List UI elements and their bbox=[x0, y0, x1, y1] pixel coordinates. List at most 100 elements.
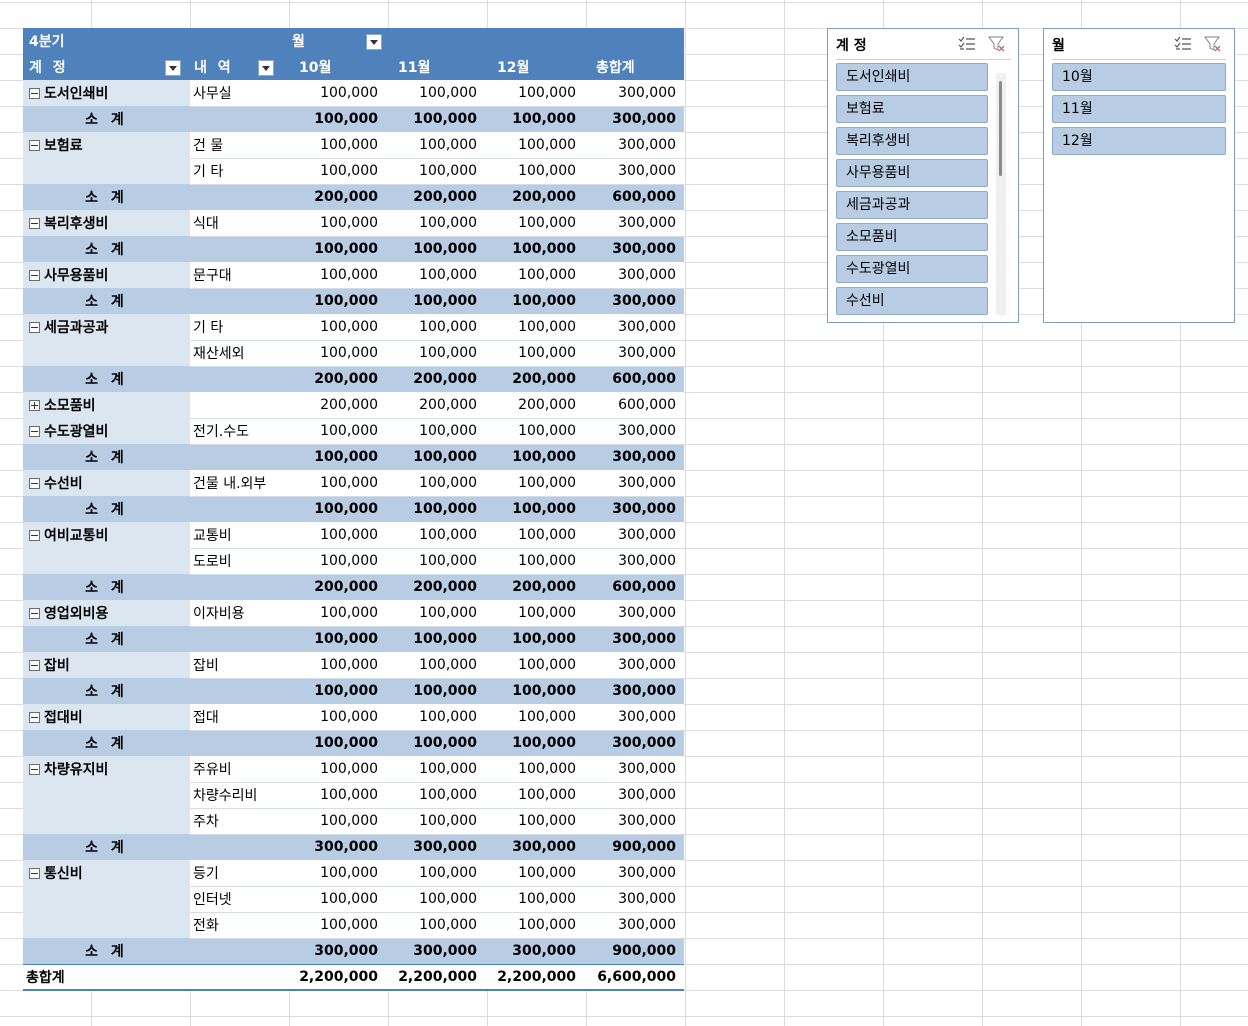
expand-icon[interactable] bbox=[29, 399, 40, 411]
value-cell[interactable]: 300,000 bbox=[584, 808, 685, 835]
subtotal-value[interactable]: 200,000 bbox=[386, 184, 486, 210]
value-cell[interactable]: 100,000 bbox=[386, 704, 486, 731]
value-cell[interactable]: 100,000 bbox=[485, 158, 585, 185]
grand-total-value[interactable]: 6,600,000 bbox=[584, 963, 685, 991]
account-cell[interactable]: 도서인쇄비 bbox=[23, 80, 190, 106]
value-cell[interactable]: 100,000 bbox=[386, 262, 486, 289]
subtotal-value[interactable]: 100,000 bbox=[386, 730, 486, 756]
value-cell[interactable]: 100,000 bbox=[287, 210, 387, 237]
value-cell[interactable]: 100,000 bbox=[386, 652, 486, 679]
value-cell[interactable]: 300,000 bbox=[584, 756, 685, 783]
item-cell[interactable]: 도로비 bbox=[190, 548, 288, 575]
value-cell[interactable]: 100,000 bbox=[287, 860, 387, 887]
value-cell[interactable]: 300,000 bbox=[584, 314, 685, 341]
subtotal-value[interactable]: 300,000 bbox=[584, 288, 685, 314]
account-cell[interactable]: 소모품비 bbox=[23, 392, 190, 418]
slicer-item[interactable]: 12월 bbox=[1052, 127, 1226, 155]
value-cell[interactable]: 200,000 bbox=[386, 392, 486, 419]
item-cell[interactable]: 접대 bbox=[190, 704, 288, 731]
account-cell[interactable]: 보험료 bbox=[23, 132, 190, 158]
subtotal-value[interactable]: 300,000 bbox=[287, 834, 387, 860]
subtotal-value[interactable]: 100,000 bbox=[386, 444, 486, 470]
value-cell[interactable]: 100,000 bbox=[287, 158, 387, 185]
subtotal-value[interactable]: 200,000 bbox=[287, 184, 387, 210]
subtotal-value[interactable]: 300,000 bbox=[386, 938, 486, 964]
value-cell[interactable]: 100,000 bbox=[386, 80, 486, 107]
subtotal-value[interactable]: 200,000 bbox=[485, 366, 585, 392]
value-cell[interactable]: 300,000 bbox=[584, 860, 685, 887]
collapse-icon[interactable] bbox=[29, 321, 40, 333]
subtotal-value[interactable]: 300,000 bbox=[485, 938, 585, 964]
value-cell[interactable]: 100,000 bbox=[287, 912, 387, 939]
value-cell[interactable]: 100,000 bbox=[287, 340, 387, 367]
subtotal-value[interactable]: 200,000 bbox=[287, 574, 387, 600]
value-cell[interactable]: 100,000 bbox=[287, 418, 387, 445]
value-cell[interactable]: 300,000 bbox=[584, 80, 685, 107]
account-slicer-scrollbar[interactable] bbox=[996, 73, 1006, 315]
value-cell[interactable]: 100,000 bbox=[485, 470, 585, 497]
item-filter-dropdown-icon[interactable] bbox=[258, 60, 274, 76]
value-cell[interactable]: 100,000 bbox=[287, 808, 387, 835]
slicer-item[interactable]: 도서인쇄비 bbox=[836, 63, 988, 91]
value-cell[interactable]: 100,000 bbox=[287, 652, 387, 679]
value-cell[interactable]: 100,000 bbox=[485, 132, 585, 159]
account-cell[interactable]: 잡비 bbox=[23, 652, 190, 678]
subtotal-value[interactable]: 900,000 bbox=[584, 834, 685, 860]
value-cell[interactable]: 100,000 bbox=[287, 522, 387, 549]
subtotal-value[interactable]: 100,000 bbox=[485, 730, 585, 756]
subtotal-value[interactable]: 100,000 bbox=[386, 288, 486, 314]
subtotal-value[interactable]: 100,000 bbox=[287, 678, 387, 704]
subtotal-value[interactable]: 100,000 bbox=[386, 626, 486, 652]
subtotal-value[interactable]: 100,000 bbox=[287, 106, 387, 132]
value-cell[interactable]: 100,000 bbox=[287, 548, 387, 575]
value-cell[interactable]: 300,000 bbox=[584, 210, 685, 237]
item-cell[interactable]: 식대 bbox=[190, 210, 288, 237]
collapse-icon[interactable] bbox=[29, 867, 40, 879]
value-cell[interactable]: 100,000 bbox=[485, 808, 585, 835]
value-cell[interactable]: 100,000 bbox=[386, 314, 486, 341]
value-cell[interactable]: 100,000 bbox=[485, 652, 585, 679]
subtotal-value[interactable]: 100,000 bbox=[287, 444, 387, 470]
value-cell[interactable]: 100,000 bbox=[485, 886, 585, 913]
value-cell[interactable]: 300,000 bbox=[584, 262, 685, 289]
subtotal-value[interactable]: 100,000 bbox=[485, 678, 585, 704]
value-cell[interactable]: 200,000 bbox=[485, 392, 585, 419]
value-cell[interactable]: 100,000 bbox=[386, 782, 486, 809]
item-field-header[interactable]: 내 역 bbox=[190, 54, 288, 80]
value-cell[interactable]: 100,000 bbox=[386, 210, 486, 237]
subtotal-value[interactable]: 200,000 bbox=[485, 184, 585, 210]
value-cell[interactable]: 100,000 bbox=[386, 860, 486, 887]
grand-total-value[interactable]: 2,200,000 bbox=[485, 963, 585, 991]
clear-filter-icon[interactable] bbox=[987, 35, 1006, 53]
subtotal-value[interactable]: 100,000 bbox=[485, 444, 585, 470]
value-cell[interactable]: 300,000 bbox=[584, 704, 685, 731]
month-filter-dropdown-icon[interactable] bbox=[366, 34, 383, 50]
multi-select-icon[interactable] bbox=[958, 35, 976, 53]
value-cell[interactable]: 100,000 bbox=[386, 912, 486, 939]
item-cell[interactable]: 이자비용 bbox=[190, 600, 288, 627]
account-slicer[interactable]: 계 정 도서인쇄비 보험료 복리후생비 사무용품비 세금과공과 소모품비 수도광열비 수선비 bbox=[827, 28, 1019, 323]
subtotal-value[interactable]: 300,000 bbox=[386, 834, 486, 860]
value-cell[interactable]: 100,000 bbox=[485, 80, 585, 107]
value-cell[interactable]: 100,000 bbox=[386, 418, 486, 445]
value-cell[interactable]: 100,000 bbox=[386, 600, 486, 627]
value-cell[interactable]: 100,000 bbox=[287, 704, 387, 731]
value-cell[interactable]: 100,000 bbox=[287, 80, 387, 107]
value-cell[interactable]: 100,000 bbox=[386, 132, 486, 159]
item-cell[interactable]: 전기.수도 bbox=[190, 418, 288, 445]
value-cell[interactable]: 300,000 bbox=[584, 652, 685, 679]
value-cell[interactable]: 100,000 bbox=[485, 600, 585, 627]
scrollbar-thumb[interactable] bbox=[999, 81, 1002, 176]
subtotal-value[interactable]: 200,000 bbox=[386, 574, 486, 600]
account-cell[interactable]: 차량유지비 bbox=[23, 756, 190, 782]
item-cell[interactable] bbox=[190, 392, 288, 419]
item-cell[interactable]: 사무실 bbox=[190, 80, 288, 107]
subtotal-value[interactable]: 100,000 bbox=[287, 496, 387, 522]
subtotal-value[interactable]: 900,000 bbox=[584, 938, 685, 964]
value-cell[interactable]: 300,000 bbox=[584, 886, 685, 913]
item-cell[interactable]: 기 타 bbox=[190, 158, 288, 185]
multi-select-icon[interactable] bbox=[1174, 35, 1192, 53]
month-slicer[interactable]: 월 10월 11월 12월 bbox=[1043, 28, 1235, 323]
account-cell[interactable]: 통신비 bbox=[23, 860, 190, 886]
subtotal-value[interactable]: 100,000 bbox=[386, 496, 486, 522]
